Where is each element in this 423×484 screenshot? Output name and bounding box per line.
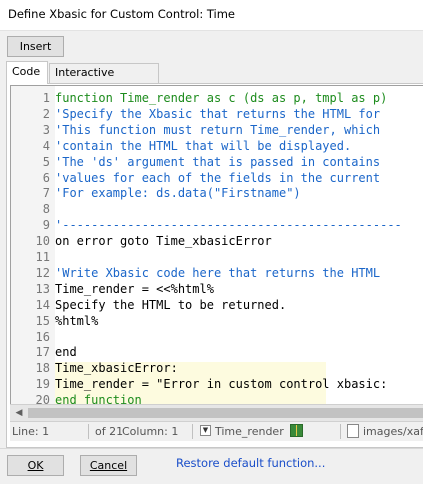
restore-default-link[interactable]: Restore default function...: [176, 456, 325, 470]
code-line[interactable]: 3 'This function must return Time_render,…: [11, 122, 423, 138]
code-text: 'values for each of the fields in the cu…: [55, 170, 381, 185]
code-line[interactable]: 13 Time_render = <<%html%: [11, 281, 423, 297]
code-text: function Time_render as c (ds as p, tmpl…: [55, 91, 388, 105]
document-icon: [347, 424, 359, 438]
line-number: 11: [35, 250, 50, 264]
code-line[interactable]: 4 'contain the HTML that will be displaye…: [11, 138, 423, 154]
status-column: Column: 1: [122, 425, 179, 438]
line-number: 15: [35, 313, 50, 328]
code-text: 'For example: ds.data("Firstname"): [55, 186, 301, 201]
status-line-count: of 21: [95, 425, 124, 438]
code-text: 'Specify the Xbasic that returns the HTM…: [55, 106, 381, 121]
ok-button-label: OK: [27, 459, 44, 472]
code-line[interactable]: 5 'The 'ds' argument that is passed in co…: [11, 154, 423, 170]
code-line[interactable]: 9 '--------------------------------------…: [11, 217, 423, 233]
code-text: Time_render = "Error in custom control x…: [55, 377, 388, 392]
ok-button[interactable]: OK: [7, 455, 64, 476]
line-number: 7: [42, 186, 50, 201]
code-line[interactable]: 2 'Specify the Xbasic that returns the HT…: [11, 106, 423, 122]
line-number: 6: [42, 170, 50, 185]
code-line[interactable]: 18 Time_xbasicError:: [11, 360, 423, 376]
line-number: 18: [35, 361, 50, 376]
line-number: 5: [42, 154, 50, 169]
code-text: 'This function must return Time_render, …: [55, 122, 381, 137]
tab-strip: Code Interactive Window: [6, 61, 423, 97]
code-text: end: [55, 345, 77, 360]
status-bar: Line: 1 of 21 Column: 1 ▼ Time_render im…: [10, 421, 423, 441]
code-text: 'Write Xbasic code here that returns the…: [55, 265, 381, 280]
code-text: %html%: [55, 313, 99, 328]
line-number: 8: [42, 202, 50, 217]
line-number: 13: [35, 281, 50, 296]
book-icon[interactable]: [290, 424, 303, 437]
code-line[interactable]: 12 'Write Xbasic code here that returns t…: [11, 265, 423, 281]
dialog-footer: OK Cancel Restore default function...: [0, 448, 423, 484]
chevron-down-icon[interactable]: ▼: [200, 425, 211, 436]
title-bar: Define Xbasic for Custom Control: Time: [0, 0, 423, 31]
line-number: 16: [35, 329, 50, 344]
scroll-left-icon[interactable]: ◀: [12, 406, 26, 420]
cancel-button[interactable]: Cancel: [80, 455, 137, 476]
line-number: 4: [42, 138, 50, 153]
line-number: 17: [35, 345, 50, 360]
code-line[interactable]: 10 on error goto Time_xbasicError: [11, 233, 423, 249]
line-number: 3: [42, 122, 50, 137]
code-text: '---------------------------------------…: [55, 218, 402, 233]
code-line[interactable]: 16: [11, 329, 423, 345]
code-line[interactable]: 11: [11, 249, 423, 265]
code-text: 'contain the HTML that will be displayed…: [55, 138, 352, 153]
code-line[interactable]: 8: [11, 201, 423, 217]
code-text: Specify the HTML to be returned.: [55, 297, 287, 312]
status-line: Line: 1: [12, 425, 50, 438]
code-text: Time_xbasicError:: [55, 361, 178, 376]
code-text: 'The 'ds' argument that is passed in con…: [55, 154, 381, 169]
line-number: 1: [42, 91, 50, 105]
line-number: 10: [35, 234, 50, 249]
line-number: 14: [35, 297, 50, 312]
status-divider: [192, 424, 193, 439]
scrollbar-thumb[interactable]: [28, 408, 423, 418]
code-line[interactable]: 6 'values for each of the fields in the c…: [11, 170, 423, 186]
line-number: 19: [35, 377, 50, 392]
tab-interactive-window[interactable]: Interactive Window: [49, 63, 159, 97]
tab-code[interactable]: Code: [6, 61, 48, 84]
code-text: Time_render = <<%html%: [55, 281, 214, 296]
code-editor[interactable]: 1 function Time_render as c (ds as p, tmp…: [10, 85, 423, 405]
code-line[interactable]: 19 Time_render = "Error in custom control…: [11, 376, 423, 392]
line-number: 2: [42, 106, 50, 121]
status-divider: [88, 424, 89, 439]
status-path: images/xaf1: [363, 425, 423, 438]
code-line[interactable]: 1 function Time_render as c (ds as p, tmp…: [11, 90, 423, 106]
code-line[interactable]: 17 end: [11, 344, 423, 360]
line-number: 9: [42, 218, 50, 233]
horizontal-scrollbar[interactable]: ◀: [10, 404, 423, 421]
window-title: Define Xbasic for Custom Control: Time: [8, 7, 236, 21]
insert-button[interactable]: Insert: [7, 36, 64, 57]
code-line[interactable]: 15 %html%: [11, 313, 423, 329]
code-line[interactable]: 14 Specify the HTML to be returned.: [11, 297, 423, 313]
code-line[interactable]: 7 'For example: ds.data("Firstname"): [11, 185, 423, 201]
code-text: on error goto Time_xbasicError: [55, 234, 272, 249]
status-function: Time_render: [215, 425, 284, 438]
line-number: 12: [35, 265, 50, 280]
cancel-button-label: Cancel: [89, 459, 128, 472]
toolbar: Insert: [0, 31, 423, 60]
status-divider: [340, 424, 341, 439]
